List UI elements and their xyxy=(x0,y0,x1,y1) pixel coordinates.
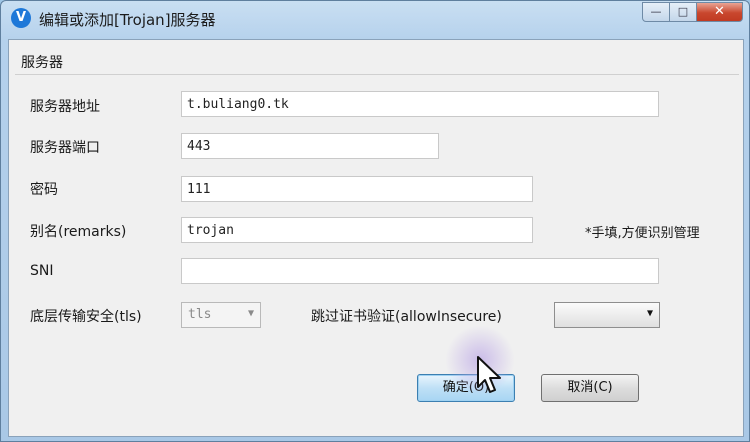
tls-select-value: tls xyxy=(188,307,212,322)
maximize-button[interactable]: □ xyxy=(670,2,697,22)
remarks-label: 别名(remarks) xyxy=(30,224,127,240)
cancel-button[interactable]: 取消(C) xyxy=(541,374,639,402)
password-label: 密码 xyxy=(30,182,58,198)
server-group-label: 服务器 xyxy=(21,55,63,71)
chevron-down-icon: ▼ xyxy=(646,308,653,319)
tls-label: 底层传输安全(tls) xyxy=(30,309,142,325)
port-input[interactable] xyxy=(181,133,439,159)
allow-insecure-select[interactable]: ▼ xyxy=(554,302,660,328)
app-v-icon: V xyxy=(11,8,31,28)
port-label: 服务器端口 xyxy=(30,140,100,156)
address-label: 服务器地址 xyxy=(30,99,100,115)
chevron-down-icon: ▼ xyxy=(247,308,254,319)
ok-button[interactable]: 确定(O) xyxy=(417,374,515,402)
group-divider xyxy=(15,74,739,75)
dialog-body: 服务器 服务器地址 服务器端口 密码 别名(remarks) *手填,方便识别管… xyxy=(8,39,744,437)
remarks-input[interactable] xyxy=(181,217,533,243)
title-bar[interactable]: V 编辑或添加[Trojan]服务器 — □ ✕ xyxy=(1,1,749,35)
tls-select[interactable]: tls ▼ xyxy=(181,302,261,328)
window-title: 编辑或添加[Trojan]服务器 xyxy=(39,11,216,29)
allow-insecure-label: 跳过证书验证(allowInsecure) xyxy=(311,309,502,325)
remarks-hint: *手填,方便识别管理 xyxy=(585,226,700,241)
minimize-button[interactable]: — xyxy=(642,2,670,22)
dialog-window: V 编辑或添加[Trojan]服务器 — □ ✕ 服务器 服务器地址 服务器端口… xyxy=(0,0,750,442)
sni-input[interactable] xyxy=(181,258,659,284)
sni-label: SNI xyxy=(30,263,54,279)
address-input[interactable] xyxy=(181,91,659,117)
password-input[interactable] xyxy=(181,176,533,202)
close-button[interactable]: ✕ xyxy=(697,2,743,22)
